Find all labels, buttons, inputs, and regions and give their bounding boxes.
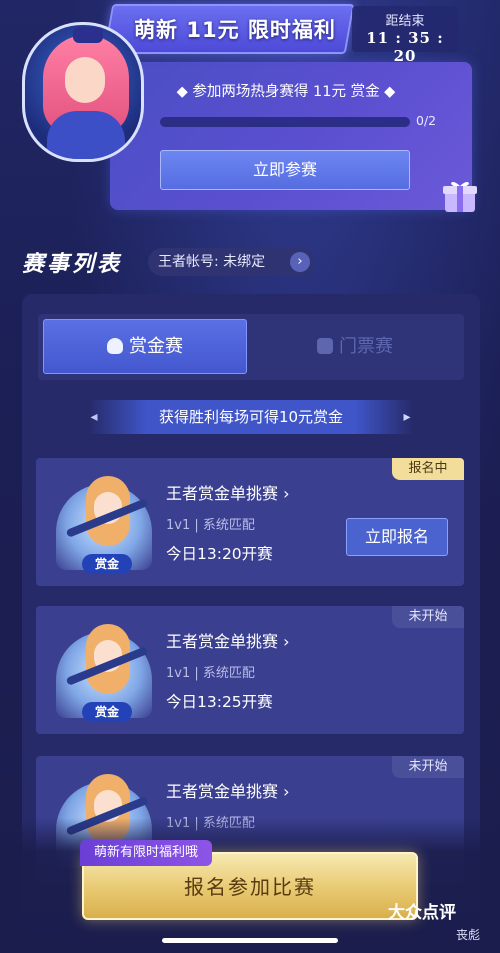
match-thumbnail: 赏金 [56, 624, 152, 722]
match-start-time: 今日13:20开赛 [166, 545, 273, 563]
bounty-badge: 赏金 [82, 554, 132, 574]
bounty-badge: 赏金 [82, 702, 132, 722]
match-card[interactable]: 赏金 王者赏金单挑赛 › 1v1 | 系统匹配 今日13:25开赛 未开始 [36, 606, 464, 734]
chevron-right-icon: › [290, 252, 310, 272]
status-badge: 未开始 [392, 756, 464, 778]
match-thumbnail: 赏金 [56, 476, 152, 574]
countdown-box: 距结束 11 : 35 : 20 [352, 6, 458, 65]
account-binding-link[interactable]: 王者帐号: 未绑定 › [148, 248, 314, 276]
avatar-face [65, 57, 105, 103]
promo-character-avatar [22, 22, 144, 162]
status-badge: 未开始 [392, 606, 464, 628]
promo-title: 萌新 11元 限时福利 [134, 18, 336, 42]
task-description: ◆ 参加两场热身赛得 11元 赏金 ◆ [176, 84, 396, 100]
avatar-bow [73, 27, 103, 43]
home-indicator[interactable] [162, 938, 338, 943]
countdown-label: 距结束 [385, 14, 425, 29]
task-progress-bar [160, 117, 410, 127]
match-meta: 1v1 | 系统匹配 [166, 518, 255, 533]
tab-bounty[interactable]: 赏金赛 [43, 319, 247, 374]
status-badge: 报名中 [392, 458, 464, 480]
watermark: 大众点评 [388, 903, 456, 923]
tab-bounty-label: 赏金赛 [129, 336, 183, 357]
match-title[interactable]: 王者赏金单挑赛 › [166, 480, 290, 503]
tab-ticket[interactable]: 门票赛 [250, 319, 460, 374]
ticket-icon [317, 338, 333, 354]
reward-banner: 获得胜利每场可得10元赏金 [88, 400, 414, 434]
task-progress-text: 0/2 [416, 113, 437, 128]
account-label: 王者帐号: 未绑定 [158, 254, 266, 270]
match-card[interactable]: 赏金 王者赏金单挑赛 › 1v1 | 系统匹配 今日13:20开赛 报名中 立即… [36, 458, 464, 586]
signup-button[interactable]: 立即报名 [346, 518, 448, 556]
match-title[interactable]: 王者赏金单挑赛 › [166, 628, 290, 651]
match-meta: 1v1 | 系统匹配 [166, 666, 255, 681]
arrow-right-icon: ▸ [403, 409, 411, 425]
section-title: 赛事列表 [22, 252, 123, 277]
avatar-body [47, 111, 125, 159]
tab-ticket-label: 门票赛 [339, 336, 393, 357]
gift-icon[interactable] [440, 176, 480, 214]
match-start-time: 今日13:25开赛 [166, 693, 273, 711]
match-title[interactable]: 王者赏金单挑赛 › [166, 778, 290, 801]
watermark-user: 丧彪 [456, 928, 481, 942]
newbie-promo-tag: 萌新有限时福利哦 [80, 840, 212, 866]
bounty-bag-icon [107, 338, 123, 354]
join-now-button[interactable]: 立即参赛 [160, 150, 410, 190]
countdown-timer: 11 : 35 : 20 [366, 29, 444, 65]
